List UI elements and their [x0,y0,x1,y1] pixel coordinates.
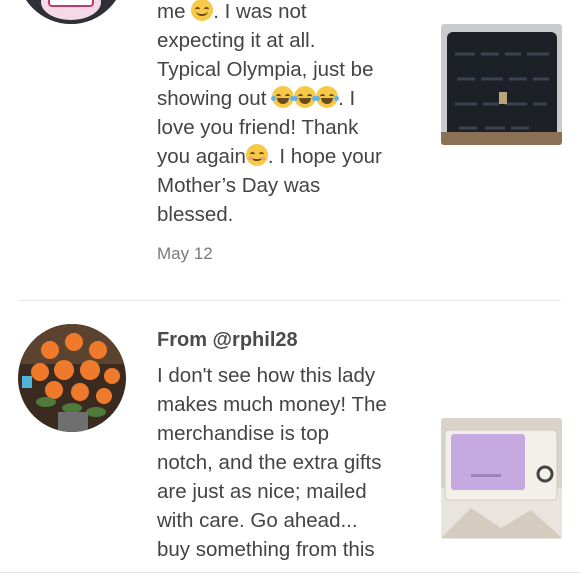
review-text-line: showing out [157,87,267,110]
review-date: May 12 [157,244,213,263]
review-text-line: notch, and the extra gifts [157,451,382,474]
review-text-line: expecting it at all. [157,29,316,52]
review-text-line: merchandise is top [157,422,330,445]
orange-roses-bouquet-avatar [18,324,126,432]
laughing-emoji-icon [271,86,296,108]
reviewer-avatar[interactable] [17,0,125,24]
review-text-line: with care. Go ahead... [157,509,358,532]
review-text-line: you again [157,145,246,168]
listing-thumbnail[interactable] [441,418,562,539]
review-text-line: makes much money! The [157,393,387,416]
lilac-wallet-photo [441,418,562,539]
listing-thumbnail[interactable] [441,24,562,145]
review-text-line: love you friend! Thank [157,116,359,139]
reviewer-avatar[interactable] [18,324,126,432]
blushing-emoji-icon [191,0,214,21]
smiling-emoji-icon [245,144,268,166]
review-text-line: are just as nice; mailed [157,480,367,503]
review-text-line: I don't see how this lady [157,364,376,387]
review-author[interactable]: From @rphil28 [157,326,427,355]
character-avatar-icon [17,0,125,24]
review-text-line: . I was not [213,0,307,23]
review-text-line: . I [338,87,356,110]
laughing-emoji-icon [315,86,340,108]
review-text-line: me [157,0,186,23]
review-text-line: buy something from this [157,538,375,561]
black-embossed-tote-bag-photo [441,24,562,145]
laughing-emoji-icon [293,86,318,108]
review-text-line: blessed. [157,203,234,226]
review-text-line: Typical Olympia, just be [157,58,374,81]
review-text-line: Mother’s Day was [157,174,321,197]
review-text-line: . I hope your [267,145,382,168]
review-text: me . I was not expecting it at all. Typi… [157,0,427,268]
review-text: From @rphil28 I don't see how this lady … [157,326,427,564]
review-divider [19,300,561,301]
